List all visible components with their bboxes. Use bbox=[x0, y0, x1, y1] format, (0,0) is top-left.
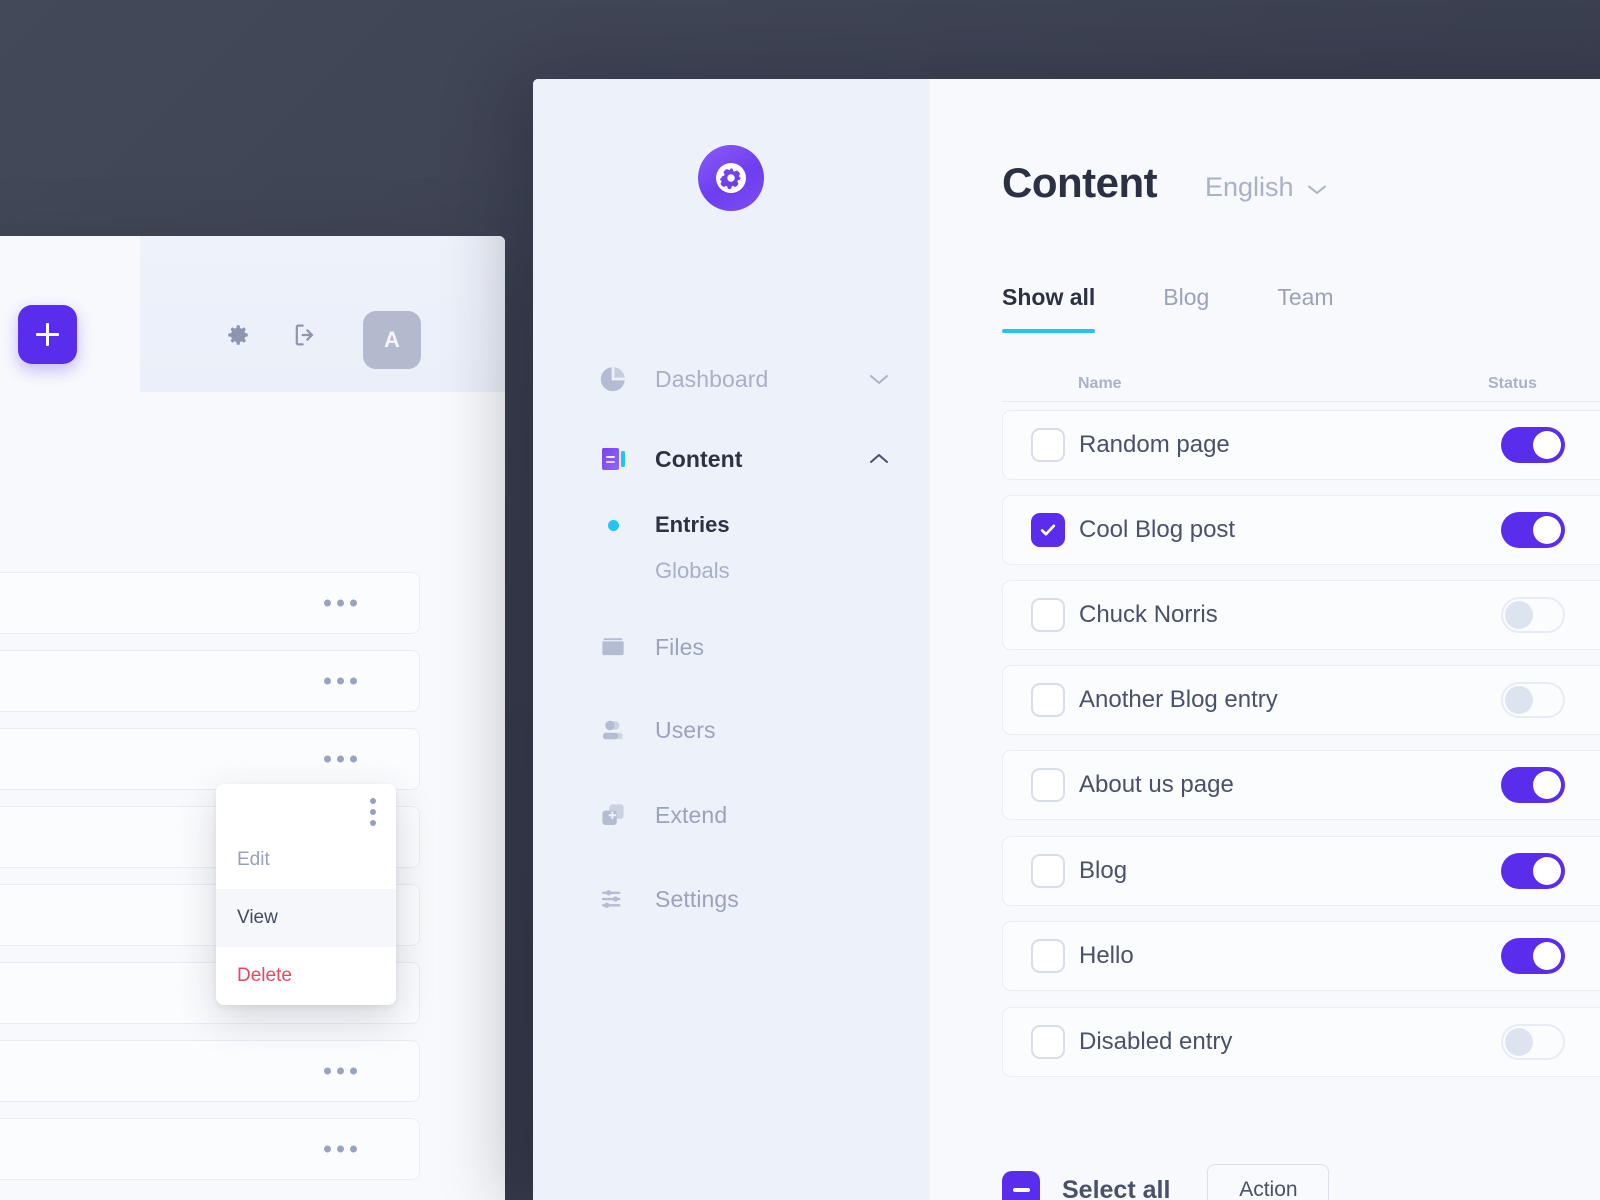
active-dot-icon bbox=[608, 519, 619, 531]
status-toggle[interactable] bbox=[1501, 853, 1565, 889]
background-window: A bbox=[0, 236, 505, 1200]
ellipsis-icon[interactable] bbox=[324, 599, 357, 607]
sidebar-item-label: Extend bbox=[655, 801, 728, 828]
entries-list: Random page Cool Blog post Chuck Norris bbox=[930, 79, 1600, 1200]
main-panel: Content English Show all Blog Team Name … bbox=[930, 79, 1600, 1200]
table-row[interactable]: Hello bbox=[1002, 921, 1600, 991]
ellipsis-icon[interactable] bbox=[324, 1145, 357, 1153]
context-menu-item-delete[interactable]: Delete bbox=[216, 947, 396, 1005]
screen: A Edit View Delete Dashboard Content Ent… bbox=[0, 0, 1600, 1200]
sidebar-item-label: Dashboard bbox=[655, 365, 769, 392]
table-row[interactable]: Random page bbox=[1002, 410, 1600, 480]
ellipsis-icon[interactable] bbox=[324, 755, 357, 763]
status-toggle[interactable] bbox=[1501, 427, 1565, 463]
row-checkbox[interactable] bbox=[1031, 768, 1065, 802]
sidebar-item-files[interactable]: Files bbox=[533, 624, 930, 670]
users-icon bbox=[596, 713, 630, 747]
row-checkbox[interactable] bbox=[1031, 513, 1065, 547]
back-toolbar-right-zone bbox=[140, 236, 505, 392]
context-menu-item-view[interactable]: View bbox=[216, 889, 396, 947]
back-list-row[interactable] bbox=[0, 572, 420, 634]
gear-icon[interactable] bbox=[221, 318, 255, 352]
row-checkbox[interactable] bbox=[1031, 1025, 1065, 1059]
logout-icon[interactable] bbox=[288, 318, 322, 352]
select-all-checkbox[interactable] bbox=[1002, 1171, 1040, 1200]
row-name: Random page bbox=[1079, 431, 1230, 458]
row-checkbox[interactable] bbox=[1031, 939, 1065, 973]
gear-logo-icon[interactable] bbox=[698, 145, 764, 211]
status-toggle[interactable] bbox=[1501, 938, 1565, 974]
table-row[interactable]: Another Blog entry bbox=[1002, 665, 1600, 735]
table-row[interactable]: Blog bbox=[1002, 836, 1600, 906]
table-row[interactable]: Cool Blog post bbox=[1002, 495, 1600, 565]
add-button[interactable] bbox=[18, 305, 77, 364]
sidebar: Dashboard Content Entries Globals Files … bbox=[533, 79, 930, 1200]
ellipsis-icon[interactable] bbox=[324, 1067, 357, 1075]
sidebar-subitem-label: Entries bbox=[655, 512, 730, 537]
sidebar-item-settings[interactable]: Settings bbox=[533, 876, 930, 922]
sliders-icon bbox=[596, 882, 630, 916]
status-toggle[interactable] bbox=[1501, 597, 1565, 633]
select-all-label: Select all bbox=[1062, 1175, 1171, 1200]
row-name: Disabled entry bbox=[1079, 1028, 1233, 1055]
sidebar-item-content[interactable]: Content bbox=[533, 436, 930, 482]
admin-window: Dashboard Content Entries Globals Files … bbox=[533, 79, 1600, 1200]
back-list-row[interactable] bbox=[0, 650, 420, 712]
row-name: About us page bbox=[1079, 771, 1234, 798]
row-name: Another Blog entry bbox=[1079, 686, 1278, 713]
action-button[interactable]: Action bbox=[1207, 1164, 1330, 1200]
sidebar-item-label: Files bbox=[655, 633, 705, 660]
back-list-row[interactable] bbox=[0, 728, 420, 790]
sidebar-subitem-label: Globals bbox=[655, 558, 730, 583]
plus-icon bbox=[36, 323, 59, 346]
extend-plus-icon bbox=[596, 798, 630, 832]
row-checkbox[interactable] bbox=[1031, 854, 1065, 888]
bulk-action-bar: Select all Action bbox=[1002, 1164, 1330, 1200]
status-toggle[interactable] bbox=[1501, 767, 1565, 803]
back-list-row[interactable] bbox=[0, 1040, 420, 1102]
status-toggle[interactable] bbox=[1501, 1024, 1565, 1060]
table-row[interactable]: Chuck Norris bbox=[1002, 580, 1600, 650]
chevron-up-icon[interactable] bbox=[868, 452, 890, 466]
row-name: Chuck Norris bbox=[1079, 601, 1218, 628]
context-menu-item-edit[interactable]: Edit bbox=[216, 831, 396, 889]
row-context-menu: Edit View Delete bbox=[216, 784, 396, 1005]
status-toggle[interactable] bbox=[1501, 512, 1565, 548]
status-toggle[interactable] bbox=[1501, 682, 1565, 718]
sidebar-subitem-globals[interactable]: Globals bbox=[533, 553, 930, 589]
sidebar-item-users[interactable]: Users bbox=[533, 707, 930, 753]
content-doc-icon bbox=[596, 442, 630, 476]
pie-chart-icon bbox=[596, 362, 630, 396]
sidebar-subitem-entries[interactable]: Entries bbox=[533, 507, 930, 543]
chevron-down-icon[interactable] bbox=[868, 372, 890, 386]
table-row[interactable]: Disabled entry bbox=[1002, 1007, 1600, 1077]
sidebar-item-extend[interactable]: Extend bbox=[533, 792, 930, 838]
sidebar-item-label: Settings bbox=[655, 885, 739, 912]
avatar[interactable]: A bbox=[363, 311, 421, 369]
folder-icon bbox=[596, 630, 630, 664]
back-window-toolbar: A bbox=[0, 236, 505, 392]
sidebar-item-dashboard[interactable]: Dashboard bbox=[533, 356, 930, 402]
row-checkbox[interactable] bbox=[1031, 598, 1065, 632]
row-checkbox[interactable] bbox=[1031, 683, 1065, 717]
ellipsis-icon[interactable] bbox=[324, 677, 357, 685]
table-row[interactable]: About us page bbox=[1002, 750, 1600, 820]
row-checkbox[interactable] bbox=[1031, 428, 1065, 462]
row-name: Hello bbox=[1079, 942, 1134, 969]
row-name: Blog bbox=[1079, 857, 1128, 884]
back-list-row[interactable] bbox=[0, 1118, 420, 1180]
sidebar-item-label: Content bbox=[655, 445, 743, 472]
row-name: Cool Blog post bbox=[1079, 516, 1236, 543]
sidebar-item-label: Users bbox=[655, 716, 716, 743]
kebab-menu-icon[interactable] bbox=[370, 798, 376, 826]
avatar-initial: A bbox=[384, 327, 400, 352]
